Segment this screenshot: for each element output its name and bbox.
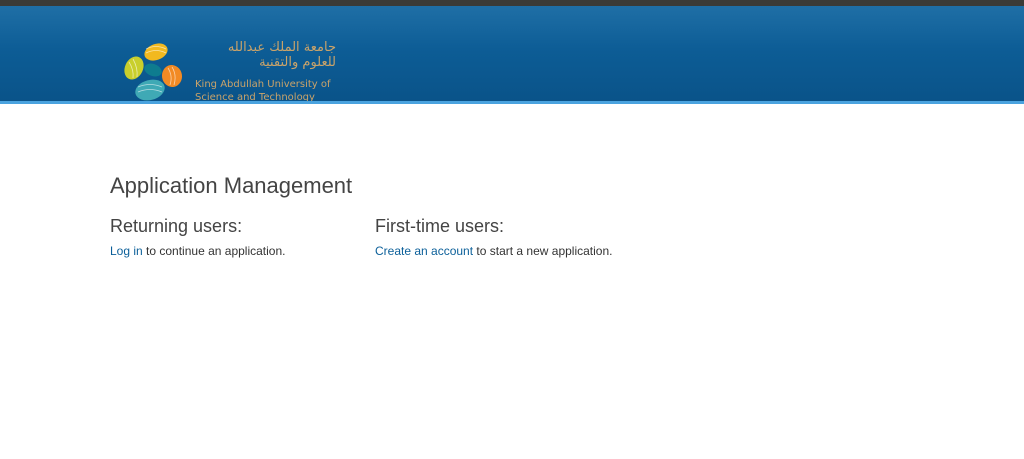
page-title: Application Management bbox=[110, 173, 353, 198]
first-time-users-description: to start a new application. bbox=[473, 244, 613, 258]
first-time-users-section: First-time users: Create an account to s… bbox=[375, 215, 795, 259]
login-link[interactable]: Log in bbox=[110, 244, 143, 258]
returning-users-heading: Returning users: bbox=[110, 216, 243, 236]
create-account-link[interactable]: Create an account bbox=[375, 244, 473, 258]
returning-users-section: Returning users: Log in to continue an a… bbox=[110, 215, 365, 259]
returning-users-description: to continue an application. bbox=[142, 244, 286, 258]
user-options: Returning users: Log in to continue an a… bbox=[110, 215, 810, 275]
logo-arabic-line-1: جامعة الملك عبدالله bbox=[227, 40, 336, 55]
kaust-logo-icon bbox=[124, 43, 183, 101]
site-header: جامعة الملك عبدالله للعلوم والتقنية King… bbox=[0, 6, 1024, 103]
logo-arabic-text: جامعة الملك عبدالله للعلوم والتقنية bbox=[194, 40, 336, 70]
main-content: Application Management Returning users: … bbox=[110, 172, 810, 275]
first-time-users-heading: First-time users: bbox=[375, 216, 505, 236]
first-time-users-text: Create an account to start a new applica… bbox=[375, 243, 795, 259]
logo-arabic-line-2: للعلوم والتقنية bbox=[259, 55, 336, 70]
returning-users-text: Log in to continue an application. bbox=[110, 243, 365, 259]
header-accent-line bbox=[0, 101, 1024, 104]
kaust-logo-link[interactable]: جامعة الملك عبدالله للعلوم والتقنية King… bbox=[120, 40, 350, 106]
logo-english-line-1: King Abdullah University of bbox=[195, 79, 331, 90]
